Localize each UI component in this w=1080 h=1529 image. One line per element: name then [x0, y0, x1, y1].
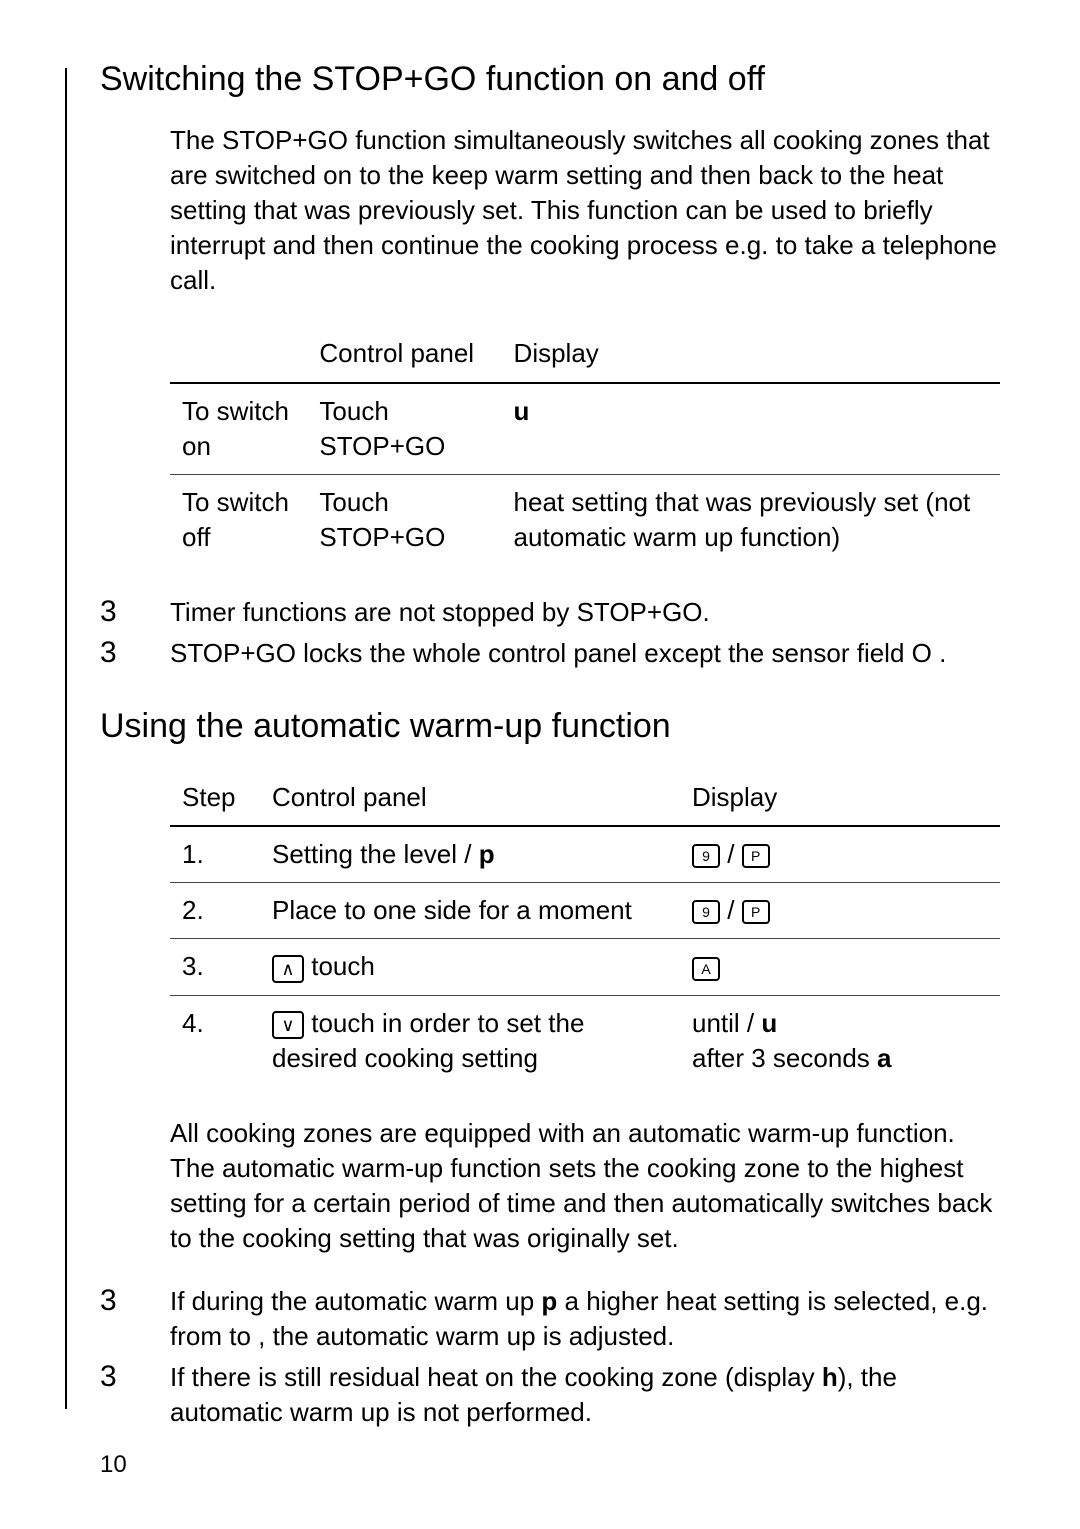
- th-blank: [170, 326, 307, 382]
- table-row: 4. ∨ touch in order to set the desired c…: [170, 995, 1000, 1086]
- letter-a-icon: A: [692, 957, 720, 981]
- th-step: Step: [170, 770, 260, 826]
- cell-display: u: [502, 383, 1000, 475]
- page-number: 10: [100, 1451, 127, 1479]
- th-display: Display: [680, 770, 1000, 826]
- note-row: 3 If there is still residual heat on the…: [100, 1360, 1000, 1430]
- cell-label: To switch off: [170, 474, 307, 565]
- table-row: To switch off Touch STOP+GO heat setting…: [170, 474, 1000, 565]
- note-marker-icon: 3: [100, 1284, 170, 1317]
- th-control-panel: Control panel: [260, 770, 680, 826]
- th-display: Display: [502, 326, 1000, 382]
- cell-control: Touch STOP+GO: [307, 474, 501, 565]
- cell-display: heat setting that was previously set (no…: [502, 474, 1000, 565]
- th-control-panel: Control panel: [307, 326, 501, 382]
- note-marker-icon: 3: [100, 636, 170, 669]
- note-row: 3 Timer functions are not stopped by STO…: [100, 595, 1000, 630]
- note-marker-icon: 3: [100, 595, 170, 628]
- cell-display: 9 / P: [680, 826, 1000, 883]
- stop-go-table: Control panel Display To switch on Touch…: [170, 326, 1000, 564]
- cell-label: To switch on: [170, 383, 307, 475]
- cell-control: Place to one side for a moment: [260, 883, 680, 939]
- table-row: To switch on Touch STOP+GO u: [170, 383, 1000, 475]
- note-row: 3 STOP+GO locks the whole control panel …: [100, 636, 1000, 671]
- warmup-table: Step Control panel Display 1. Setting th…: [170, 770, 1000, 1086]
- heading-warmup: Using the automatic warm-up function: [100, 707, 1000, 746]
- cell-control: ∧ touch: [260, 939, 680, 995]
- cell-step: 3.: [170, 939, 260, 995]
- cell-control: Touch STOP+GO: [307, 383, 501, 475]
- note-text: If during the automatic warm up p a high…: [170, 1284, 1000, 1354]
- table-row: 2. Place to one side for a moment 9 / P: [170, 883, 1000, 939]
- letter-p-icon: P: [742, 900, 770, 924]
- cell-step: 4.: [170, 995, 260, 1086]
- cell-display: until / u after 3 seconds a: [680, 995, 1000, 1086]
- arrow-up-icon: ∧: [272, 955, 304, 983]
- digit-9-icon: 9: [692, 844, 720, 868]
- cell-step: 2.: [170, 883, 260, 939]
- cell-step: 1.: [170, 826, 260, 883]
- warmup-paragraph: All cooking zones are equipped with an a…: [170, 1116, 1000, 1256]
- arrow-down-icon: ∨: [272, 1011, 304, 1039]
- left-rule: [65, 68, 67, 1409]
- digit-9-icon: 9: [692, 900, 720, 924]
- note-text: Timer functions are not stopped by STOP+…: [170, 595, 1000, 630]
- table-row: 1. Setting the level / p 9 / P: [170, 826, 1000, 883]
- note-text: If there is still residual heat on the c…: [170, 1360, 1000, 1430]
- letter-p-icon: P: [742, 844, 770, 868]
- note-text: STOP+GO locks the whole control panel ex…: [170, 636, 1000, 671]
- note-marker-icon: 3: [100, 1360, 170, 1393]
- note-row: 3 If during the automatic warm up p a hi…: [100, 1284, 1000, 1354]
- intro-paragraph: The STOP+GO function simultaneously swit…: [170, 123, 1000, 298]
- heading-stop-go: Switching the STOP+GO function on and of…: [100, 60, 1000, 99]
- cell-control: Setting the level / p: [260, 826, 680, 883]
- cell-display: A: [680, 939, 1000, 995]
- cell-control: ∨ touch in order to set the desired cook…: [260, 995, 680, 1086]
- cell-display: 9 / P: [680, 883, 1000, 939]
- table-row: 3. ∧ touch A: [170, 939, 1000, 995]
